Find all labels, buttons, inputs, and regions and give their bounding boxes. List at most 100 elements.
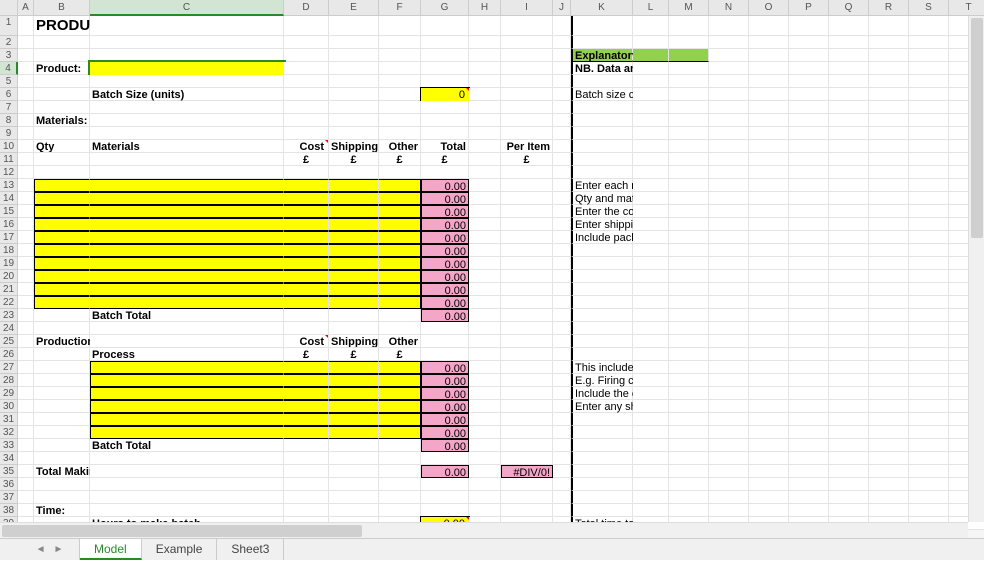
cell-G17[interactable]: 0.00 bbox=[421, 231, 469, 244]
row-head-7[interactable]: 7 bbox=[0, 101, 18, 114]
cell-S1[interactable] bbox=[909, 16, 949, 36]
cell-M3[interactable] bbox=[669, 49, 709, 62]
cell-C36[interactable] bbox=[90, 478, 284, 491]
cell-C24[interactable] bbox=[90, 322, 284, 335]
cell-B13[interactable] bbox=[34, 179, 90, 192]
cell-O23[interactable] bbox=[749, 309, 789, 322]
cell-K4[interactable]: NB. Data and text can only be input in t… bbox=[571, 62, 633, 75]
cell-P25[interactable] bbox=[789, 335, 829, 348]
cell-R20[interactable] bbox=[869, 270, 909, 283]
cell-J6[interactable] bbox=[553, 88, 571, 101]
col-head-L[interactable]: L bbox=[633, 0, 669, 16]
cell-Q12[interactable] bbox=[829, 166, 869, 179]
cell-O28[interactable] bbox=[749, 374, 789, 387]
cell-I26[interactable] bbox=[501, 348, 553, 361]
cell-M16[interactable] bbox=[669, 218, 709, 231]
cell-Q8[interactable] bbox=[829, 114, 869, 127]
cell-D24[interactable] bbox=[284, 322, 329, 335]
cell-O16[interactable] bbox=[749, 218, 789, 231]
cell-J12[interactable] bbox=[553, 166, 571, 179]
cell-H30[interactable] bbox=[469, 400, 501, 413]
cell-G7[interactable] bbox=[421, 101, 469, 114]
cell-P18[interactable] bbox=[789, 244, 829, 257]
cell-P6[interactable] bbox=[789, 88, 829, 101]
cell-J23[interactable] bbox=[553, 309, 571, 322]
cell-J21[interactable] bbox=[553, 283, 571, 296]
cell-B9[interactable] bbox=[34, 127, 90, 140]
cell-O13[interactable] bbox=[749, 179, 789, 192]
cell-B38[interactable]: Time: bbox=[34, 504, 90, 517]
cell-A13[interactable] bbox=[18, 179, 34, 192]
cell-C33[interactable]: Batch Total bbox=[90, 439, 284, 452]
cell-I15[interactable] bbox=[501, 205, 553, 218]
cell-G8[interactable] bbox=[421, 114, 469, 127]
cell-N19[interactable] bbox=[709, 257, 749, 270]
cell-K28[interactable]: E.g. Firing costs, Kiln costs, equipment… bbox=[571, 374, 633, 387]
cell-I8[interactable] bbox=[501, 114, 553, 127]
cell-J25[interactable] bbox=[553, 335, 571, 348]
cell-I13[interactable] bbox=[501, 179, 553, 192]
cell-M30[interactable] bbox=[669, 400, 709, 413]
cell-N32[interactable] bbox=[709, 426, 749, 439]
scrollbar-vertical[interactable] bbox=[968, 16, 984, 522]
cell-A17[interactable] bbox=[18, 231, 34, 244]
cell-G12[interactable] bbox=[421, 166, 469, 179]
cell-M5[interactable] bbox=[669, 75, 709, 88]
cell-P29[interactable] bbox=[789, 387, 829, 400]
cell-J15[interactable] bbox=[553, 205, 571, 218]
cell-S11[interactable] bbox=[909, 153, 949, 166]
cell-P22[interactable] bbox=[789, 296, 829, 309]
cell-D11[interactable]: £ bbox=[284, 153, 329, 166]
cell-A25[interactable] bbox=[18, 335, 34, 348]
cell-S23[interactable] bbox=[909, 309, 949, 322]
cell-F21[interactable] bbox=[379, 283, 421, 296]
cell-I19[interactable] bbox=[501, 257, 553, 270]
cell-L35[interactable] bbox=[633, 465, 669, 478]
cell-G31[interactable]: 0.00 bbox=[421, 413, 469, 426]
cell-S22[interactable] bbox=[909, 296, 949, 309]
cell-R15[interactable] bbox=[869, 205, 909, 218]
cell-H6[interactable] bbox=[469, 88, 501, 101]
cell-J17[interactable] bbox=[553, 231, 571, 244]
row-head-13[interactable]: 13 bbox=[0, 179, 18, 192]
cell-Q4[interactable] bbox=[829, 62, 869, 75]
cell-H16[interactable] bbox=[469, 218, 501, 231]
cell-E29[interactable] bbox=[329, 387, 379, 400]
cell-A7[interactable] bbox=[18, 101, 34, 114]
cell-K12[interactable] bbox=[571, 166, 633, 179]
cell-O34[interactable] bbox=[749, 452, 789, 465]
col-head-R[interactable]: R bbox=[869, 0, 909, 16]
cell-J35[interactable] bbox=[553, 465, 571, 478]
row-head-3[interactable]: 3 bbox=[0, 49, 18, 62]
cell-O12[interactable] bbox=[749, 166, 789, 179]
cell-Q24[interactable] bbox=[829, 322, 869, 335]
cell-F5[interactable] bbox=[379, 75, 421, 88]
cell-E23[interactable] bbox=[329, 309, 379, 322]
cell-G32[interactable]: 0.00 bbox=[421, 426, 469, 439]
cell-M13[interactable] bbox=[669, 179, 709, 192]
cell-A5[interactable] bbox=[18, 75, 34, 88]
cell-A8[interactable] bbox=[18, 114, 34, 127]
cell-I32[interactable] bbox=[501, 426, 553, 439]
cell-K22[interactable] bbox=[571, 296, 633, 309]
cell-P17[interactable] bbox=[789, 231, 829, 244]
cell-H10[interactable] bbox=[469, 140, 501, 153]
cell-L15[interactable] bbox=[633, 205, 669, 218]
cell-E36[interactable] bbox=[329, 478, 379, 491]
row-head-24[interactable]: 24 bbox=[0, 322, 18, 335]
cell-L29[interactable] bbox=[633, 387, 669, 400]
cell-S27[interactable] bbox=[909, 361, 949, 374]
cell-D38[interactable] bbox=[284, 504, 329, 517]
cell-F14[interactable] bbox=[379, 192, 421, 205]
cell-R36[interactable] bbox=[869, 478, 909, 491]
cell-L27[interactable] bbox=[633, 361, 669, 374]
cell-K26[interactable] bbox=[571, 348, 633, 361]
cell-E5[interactable] bbox=[329, 75, 379, 88]
cell-K11[interactable] bbox=[571, 153, 633, 166]
cell-L18[interactable] bbox=[633, 244, 669, 257]
cell-N9[interactable] bbox=[709, 127, 749, 140]
cell-H33[interactable] bbox=[469, 439, 501, 452]
cell-E1[interactable] bbox=[329, 16, 379, 36]
cell-S30[interactable] bbox=[909, 400, 949, 413]
cell-M7[interactable] bbox=[669, 101, 709, 114]
